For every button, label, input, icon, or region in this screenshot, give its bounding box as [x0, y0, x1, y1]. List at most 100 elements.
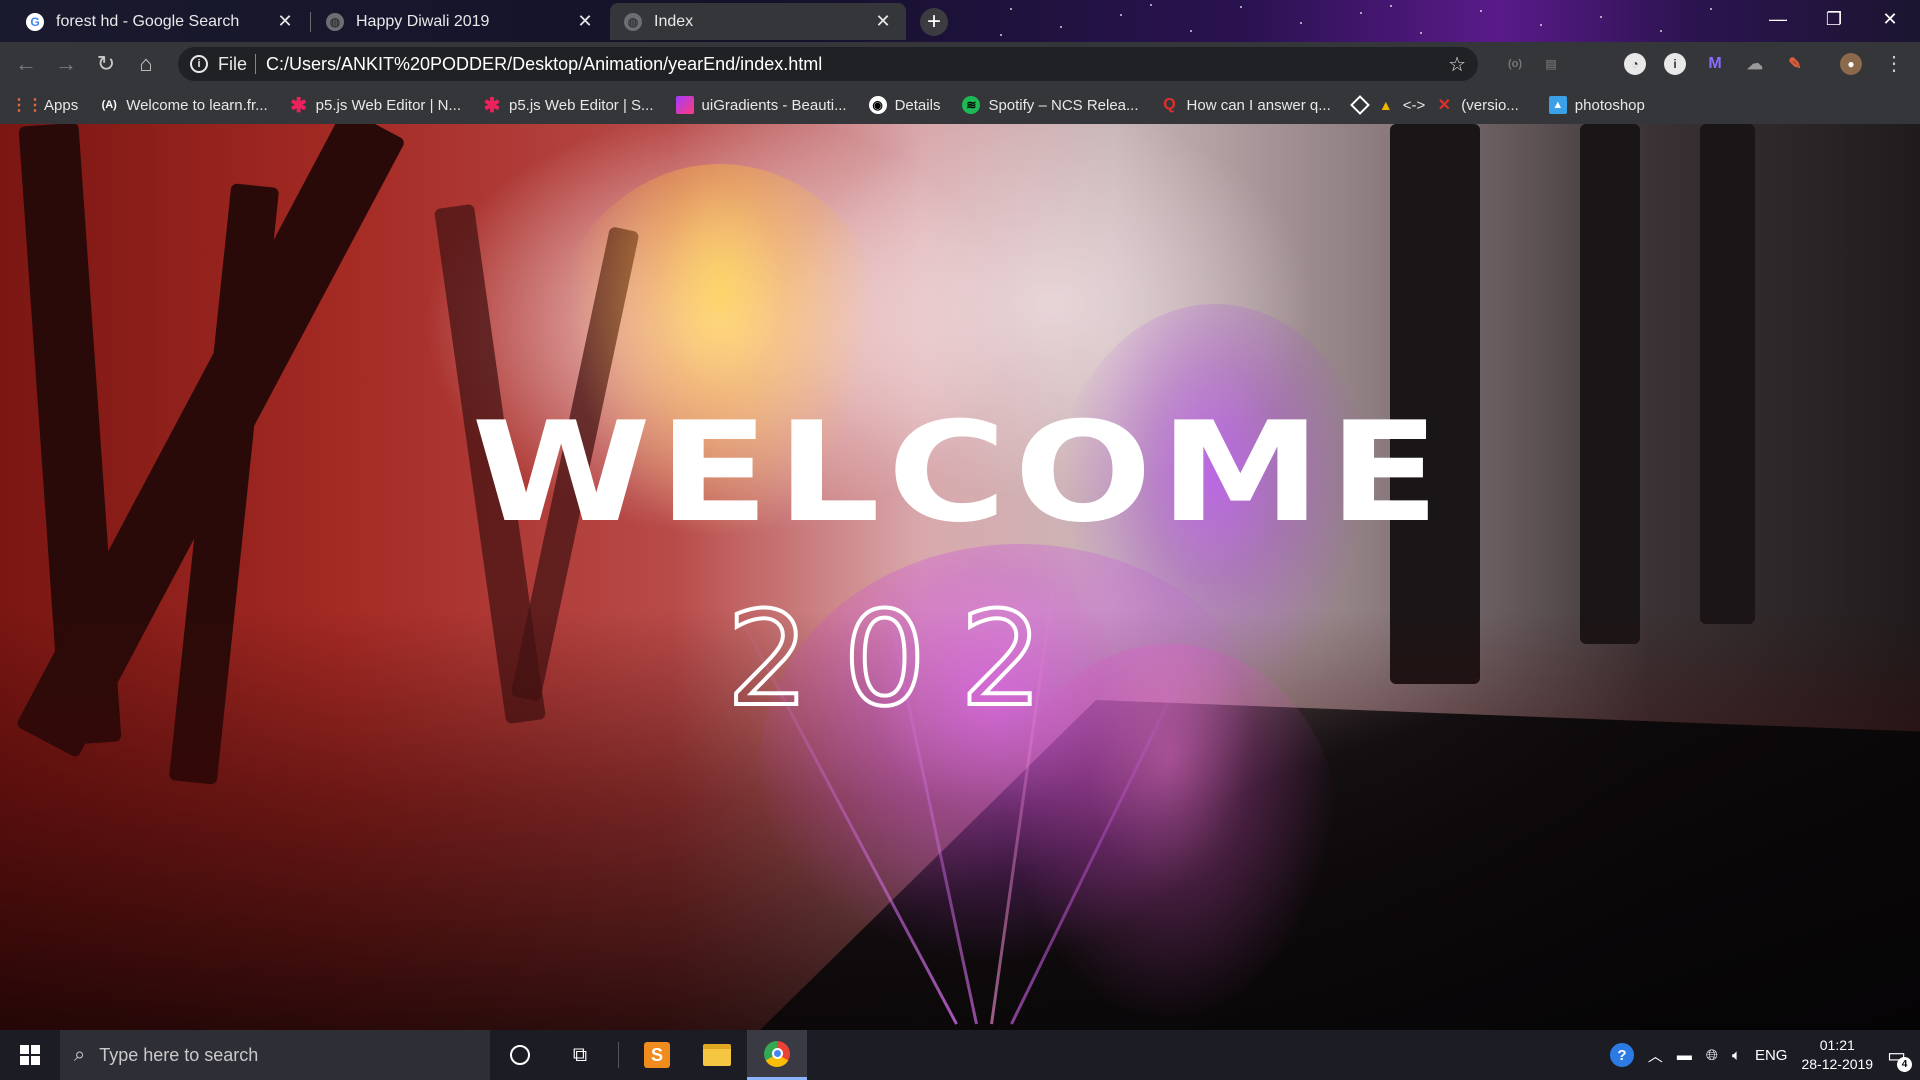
close-icon[interactable]: ✕ [874, 11, 892, 32]
scheme-label: File [218, 53, 248, 74]
info-icon[interactable]: i [190, 55, 208, 73]
sublime-text-icon: S [644, 1042, 670, 1068]
bookmark-label: Spotify – NCS Relea... [988, 96, 1139, 114]
file-explorer-button[interactable] [687, 1030, 747, 1080]
freecodecamp-icon: (A) [101, 99, 117, 111]
welcome-heading: WELCOME [471, 392, 1447, 553]
close-window-button[interactable]: ✕ [1862, 0, 1918, 40]
sublime-text-button[interactable]: S [627, 1030, 687, 1080]
close-icon[interactable]: ✕ [276, 11, 294, 32]
tab-index[interactable]: ◍ Index ✕ [610, 3, 906, 40]
url-text[interactable]: C:/Users/ANKIT%20PODDER/Desktop/Animatio… [266, 54, 1448, 75]
notification-count: 4 [1897, 1056, 1912, 1072]
bookmark-label: Apps [44, 96, 79, 114]
bookmark-apps[interactable]: ⋮⋮ Apps [11, 96, 79, 115]
tab-title: Index [654, 12, 694, 30]
profile-avatar[interactable]: ● [1840, 53, 1862, 75]
back-button[interactable]: ← [12, 50, 40, 78]
language-indicator[interactable]: ENG [1755, 1047, 1788, 1064]
folder-icon [703, 1044, 731, 1066]
task-view-button[interactable]: ⧉ [550, 1030, 610, 1080]
start-button[interactable] [0, 1030, 60, 1080]
bookmark-p5js-2[interactable]: ✱ p5.js Web Editor | S... [483, 94, 654, 117]
x-icon: ✕ [1437, 97, 1451, 114]
apps-grid-icon: ⋮⋮ [11, 97, 43, 114]
tab-title: Happy Diwali 2019 [356, 12, 490, 30]
browser-titlebar: G forest hd - Google Search ✕ ◍ Happy Di… [0, 0, 1920, 42]
menu-kebab-icon[interactable]: ⋮ [1880, 50, 1908, 78]
clock[interactable]: 01:21 28-12-2019 [1801, 1036, 1873, 1074]
page-canvas: WELCOME 2020 [0, 124, 1920, 1030]
bookmarks-bar: ⋮⋮ Apps (A) Welcome to learn.fr... ✱ p5.… [0, 86, 1920, 124]
google-icon: G [26, 12, 44, 31]
help-icon[interactable]: ? [1609, 1043, 1634, 1067]
bookmark-p5js-1[interactable]: ✱ p5.js Web Editor | N... [290, 94, 461, 117]
system-tray: ? ︿ ▬ 🌐︎ 🔈︎ ENG 01:21 28-12-2019 ▭ 4 [1609, 1030, 1920, 1080]
m-extension-icon[interactable]: M [1704, 53, 1726, 75]
bookmark-label: uiGradients - Beauti... [701, 96, 847, 114]
tree-trunk [1580, 124, 1640, 644]
bookmark-label: <-> [1402, 96, 1426, 114]
year-text: 2020 [725, 594, 1080, 734]
uigradients-icon [675, 96, 694, 114]
bookmark-freecodecamp[interactable]: (A) Welcome to learn.fr... [100, 96, 268, 114]
p5js-icon: ✱ [483, 94, 501, 117]
taskbar: ⌕ Type here to search ⧉ S ? ︿ ▬ 🌐︎ 🔈︎ EN… [0, 1030, 1920, 1080]
taskbar-divider [618, 1042, 619, 1068]
screen: G forest hd - Google Search ✕ ◍ Happy Di… [0, 0, 1920, 1080]
reload-button[interactable]: ↻ [92, 50, 120, 78]
taskbar-search[interactable]: ⌕ Type here to search [60, 1030, 490, 1080]
year-reveal: 2020 [700, 594, 1080, 734]
bookmark-version[interactable]: ✕ (versio... [1435, 96, 1519, 115]
bookmark-details[interactable]: ◉ Details [868, 96, 940, 114]
github-icon: ◉ [868, 96, 887, 114]
restore-button[interactable]: ❐ [1806, 0, 1862, 40]
bookmark-star-icon[interactable]: ☆ [1448, 52, 1466, 77]
bookmark-label: p5.js Web Editor | S... [509, 96, 654, 114]
bookmark-photoshop[interactable]: ▲ photoshop [1548, 96, 1645, 114]
network-globe-icon[interactable]: 🌐︎ [1706, 1047, 1718, 1064]
windows-logo-icon [20, 1045, 40, 1065]
home-button[interactable]: ⌂ [132, 50, 160, 78]
tab-google-search[interactable]: G forest hd - Google Search ✕ [12, 3, 308, 40]
clock-date: 28-12-2019 [1801, 1056, 1874, 1072]
bookmark-quora[interactable]: Q How can I answer q... [1161, 96, 1330, 114]
globe-icon: ◍ [326, 12, 344, 31]
cortana-icon [510, 1045, 530, 1065]
task-view-icon: ⧉ [572, 1043, 588, 1066]
quora-icon: Q [1163, 96, 1176, 113]
bookmark-arrows[interactable]: ▲ <-> [1377, 96, 1426, 114]
forward-button[interactable]: → [52, 50, 80, 78]
tree-trunk [1700, 124, 1755, 624]
close-icon[interactable]: ✕ [576, 11, 594, 32]
chevron-up-icon[interactable]: ︿ [1648, 1045, 1663, 1066]
codepen-icon [1349, 95, 1370, 115]
clock-time: 01:21 [1819, 1037, 1855, 1053]
speedometer-extension-icon[interactable]: ◔ [1624, 53, 1646, 75]
bookmark-label: Welcome to learn.fr... [126, 96, 268, 114]
search-icon: ⌕ [74, 1043, 86, 1066]
p5js-icon: ✱ [290, 94, 308, 117]
address-bar[interactable]: i File C:/Users/ANKIT%20PODDER/Desktop/A… [178, 47, 1478, 81]
bookmark-label: photoshop [1574, 96, 1645, 114]
chrome-icon [764, 1040, 790, 1067]
chrome-button[interactable] [747, 1030, 807, 1080]
bookmark-label: (versio... [1461, 96, 1519, 114]
bookmark-uigradients[interactable]: uiGradients - Beauti... [675, 96, 847, 114]
volume-icon[interactable]: 🔈︎ [1732, 1047, 1741, 1064]
cloud-extension-icon[interactable]: ☁ [1744, 53, 1766, 75]
notification-center-icon[interactable]: ▭ 4 [1887, 1043, 1912, 1072]
extension-icon[interactable]: (o) [1504, 53, 1526, 75]
cortana-button[interactable] [490, 1030, 550, 1080]
bookmark-spotify[interactable]: ≋ Spotify – NCS Relea... [962, 96, 1139, 114]
bookmark-codepen[interactable] [1349, 95, 1370, 115]
globe-icon: ◍ [624, 12, 642, 31]
tab-happy-diwali[interactable]: ◍ Happy Diwali 2019 ✕ [312, 3, 608, 40]
battery-icon[interactable]: ▬ [1677, 1047, 1692, 1064]
pen-extension-icon[interactable]: ✎ [1784, 53, 1806, 75]
info-extension-icon[interactable]: i [1664, 53, 1686, 75]
minimize-button[interactable]: — [1750, 0, 1806, 40]
bookmark-label: p5.js Web Editor | N... [315, 96, 461, 114]
new-tab-button[interactable]: + [920, 8, 948, 36]
extension-icon[interactable]: ▤ [1540, 53, 1562, 75]
